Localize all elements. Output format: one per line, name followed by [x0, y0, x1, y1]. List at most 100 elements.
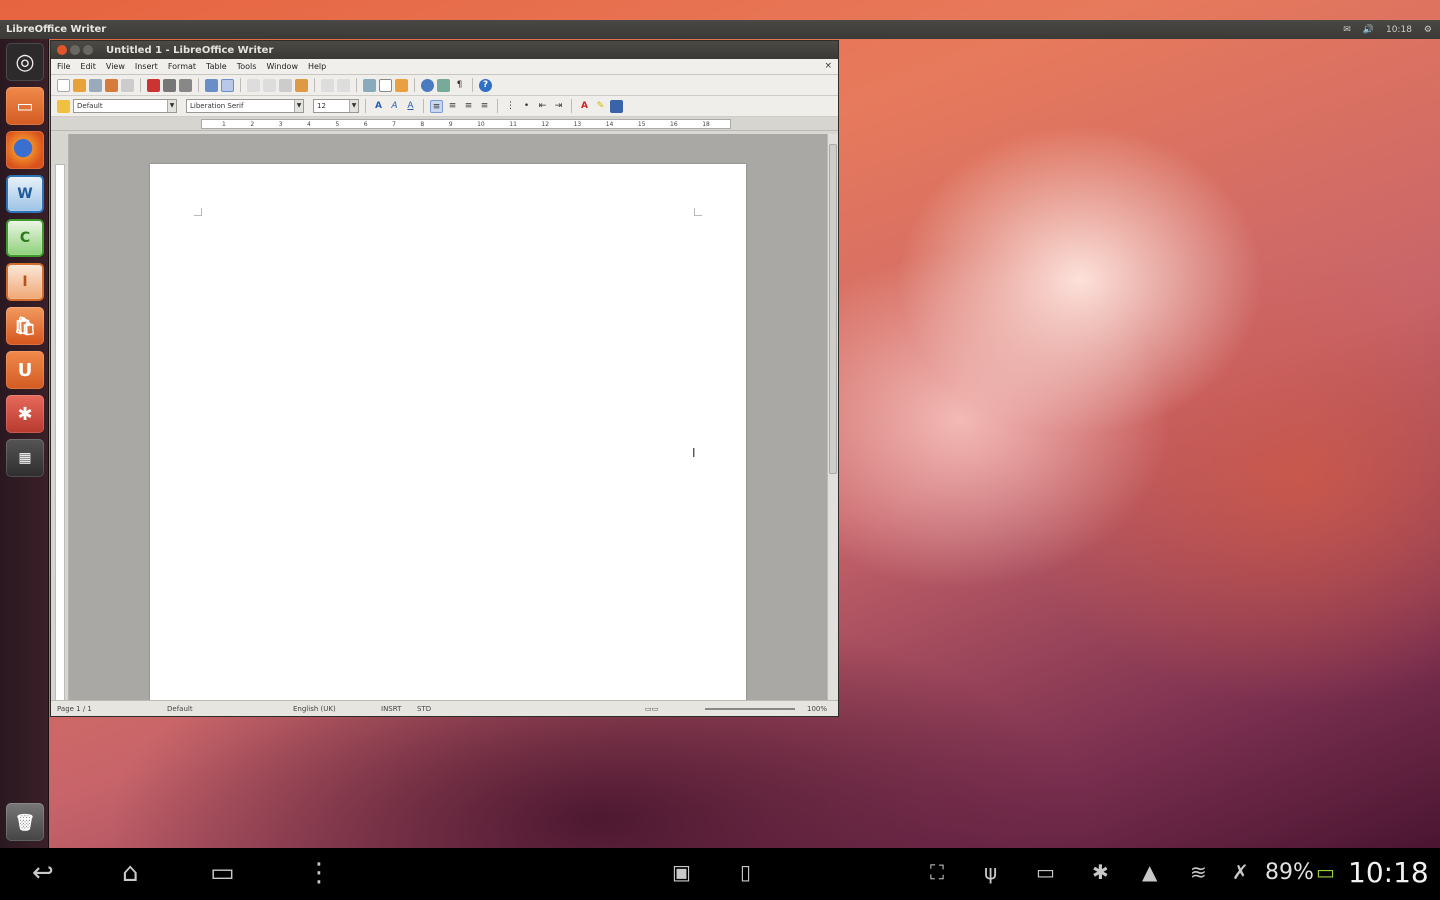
- decrease-indent-icon[interactable]: ⇤: [536, 100, 549, 113]
- export-pdf-icon[interactable]: [147, 78, 160, 92]
- open-icon[interactable]: [73, 78, 86, 92]
- highlighting-icon[interactable]: ✎: [594, 100, 607, 113]
- status-language[interactable]: English (UK): [293, 705, 336, 713]
- menu-tools[interactable]: Tools: [237, 62, 257, 71]
- bullets-icon[interactable]: •: [520, 100, 533, 113]
- volume-icon[interactable]: 🔊: [1363, 25, 1374, 35]
- hyperlink-icon[interactable]: [363, 78, 376, 92]
- home-icon[interactable]: ⌂: [122, 858, 139, 888]
- menu-file[interactable]: File: [57, 62, 70, 71]
- session-gear-icon[interactable]: ⚙: [1424, 25, 1432, 35]
- styles-formatting-icon[interactable]: [57, 99, 70, 113]
- zoom-level[interactable]: 100%: [807, 705, 827, 713]
- minimize-window-button[interactable]: [70, 45, 80, 55]
- font-size-select[interactable]: 12 ▼: [313, 99, 359, 113]
- menu-help[interactable]: Help: [308, 62, 326, 71]
- print-preview-icon[interactable]: [179, 78, 192, 92]
- help-icon[interactable]: ?: [479, 78, 492, 92]
- writer-icon[interactable]: W: [6, 175, 44, 213]
- calc-icon[interactable]: C: [6, 219, 44, 257]
- edit-file-icon[interactable]: [121, 78, 134, 92]
- email-icon[interactable]: [105, 78, 118, 92]
- zoom-slider[interactable]: [705, 708, 795, 710]
- menu-icon[interactable]: ⋮: [306, 858, 332, 888]
- navbar-clock[interactable]: 10:18: [1348, 856, 1429, 889]
- gallery-icon[interactable]: [437, 78, 450, 92]
- maximize-window-button[interactable]: [83, 45, 93, 55]
- firefox-icon[interactable]: [6, 131, 44, 169]
- ubuntu-one-icon[interactable]: U: [6, 351, 44, 389]
- screen-mirror-icon[interactable]: ▣: [672, 860, 691, 884]
- justify-icon[interactable]: ≡: [478, 100, 491, 113]
- messaging-icon[interactable]: ✉: [1343, 25, 1351, 35]
- close-window-button[interactable]: [57, 45, 67, 55]
- chevron-down-icon[interactable]: ▼: [167, 100, 176, 112]
- trash-icon[interactable]: 🗑: [6, 803, 44, 841]
- nonprinting-characters-icon[interactable]: ¶: [453, 79, 466, 92]
- vertical-ruler[interactable]: [51, 134, 69, 701]
- spellcheck-icon[interactable]: [205, 78, 218, 92]
- new-document-icon[interactable]: [57, 78, 70, 92]
- paste-icon[interactable]: [279, 78, 292, 92]
- align-center-icon[interactable]: ≡: [446, 100, 459, 113]
- undo-icon[interactable]: [321, 78, 334, 92]
- document-page[interactable]: I: [150, 164, 746, 701]
- text-boundary-corner: [694, 208, 702, 216]
- bold-icon[interactable]: A: [372, 100, 385, 113]
- autospellcheck-icon[interactable]: [221, 78, 234, 92]
- view-layout-icon[interactable]: ▭▭: [645, 705, 658, 713]
- ruler-number: 18: [702, 120, 710, 128]
- align-right-icon[interactable]: ≡: [462, 100, 475, 113]
- back-icon[interactable]: ↩: [32, 858, 54, 888]
- menu-insert[interactable]: Insert: [135, 62, 158, 71]
- ruler-number: 11: [509, 120, 517, 128]
- horizontal-ruler[interactable]: 1 2 3 4 5 6 7 8 9 10 11 12 13 14 15 16 1…: [51, 117, 838, 131]
- menu-window[interactable]: Window: [266, 62, 298, 71]
- status-page[interactable]: Page 1 / 1: [57, 705, 92, 713]
- menu-format[interactable]: Format: [168, 62, 196, 71]
- fullscreen-icon[interactable]: ⛶: [930, 860, 944, 884]
- status-selection-mode[interactable]: STD: [417, 705, 431, 713]
- window-titlebar[interactable]: Untitled 1 - LibreOffice Writer: [51, 41, 838, 59]
- paragraph-style-select[interactable]: Default ▼: [73, 99, 177, 113]
- save-icon[interactable]: [89, 78, 102, 92]
- menu-view[interactable]: View: [106, 62, 125, 71]
- increase-indent-icon[interactable]: ⇥: [552, 100, 565, 113]
- background-color-icon[interactable]: [610, 99, 623, 113]
- dash-icon[interactable]: ◎: [6, 43, 44, 81]
- font-name-select[interactable]: Liberation Serif ▼: [186, 99, 304, 113]
- underline-icon[interactable]: A: [404, 100, 417, 113]
- status-style[interactable]: Default: [167, 705, 193, 713]
- italic-icon[interactable]: A: [388, 100, 401, 113]
- numbering-icon[interactable]: ⋮: [504, 100, 517, 113]
- menu-table[interactable]: Table: [206, 62, 227, 71]
- ruler-scale: 1 2 3 4 5 6 7 8 9 10 11 12 13 14 15 16 1…: [201, 119, 731, 129]
- show-draw-functions-icon[interactable]: [395, 78, 408, 92]
- close-document-icon[interactable]: ×: [824, 61, 832, 71]
- recent-apps-icon[interactable]: ▭: [210, 858, 235, 888]
- print-icon[interactable]: [163, 78, 176, 92]
- battery-percent: 89%: [1265, 860, 1314, 885]
- device-icon[interactable]: ▯: [740, 860, 751, 884]
- ruler-number: 12: [541, 120, 550, 128]
- files-icon[interactable]: ▭: [6, 87, 44, 125]
- impress-icon[interactable]: I: [6, 263, 44, 301]
- align-left-icon[interactable]: ≡: [430, 99, 443, 113]
- table-icon[interactable]: [379, 78, 392, 92]
- status-insert-mode[interactable]: INSRT: [381, 705, 401, 713]
- clone-formatting-icon[interactable]: [295, 78, 308, 92]
- scrollbar-thumb[interactable]: [829, 144, 837, 474]
- copy-icon[interactable]: [263, 78, 276, 92]
- menu-edit[interactable]: Edit: [80, 62, 96, 71]
- font-color-icon[interactable]: A: [578, 100, 591, 113]
- software-center-icon[interactable]: 🛍: [6, 307, 44, 345]
- chevron-down-icon[interactable]: ▼: [294, 100, 303, 112]
- workspaces-icon[interactable]: ▦: [6, 439, 44, 477]
- panel-clock[interactable]: 10:18: [1386, 25, 1412, 35]
- cut-icon[interactable]: [247, 78, 260, 92]
- vertical-scrollbar[interactable]: [827, 134, 838, 701]
- redo-icon[interactable]: [337, 78, 350, 92]
- navigator-icon[interactable]: [421, 78, 434, 92]
- system-settings-icon[interactable]: ✱: [6, 395, 44, 433]
- chevron-down-icon[interactable]: ▼: [349, 100, 358, 112]
